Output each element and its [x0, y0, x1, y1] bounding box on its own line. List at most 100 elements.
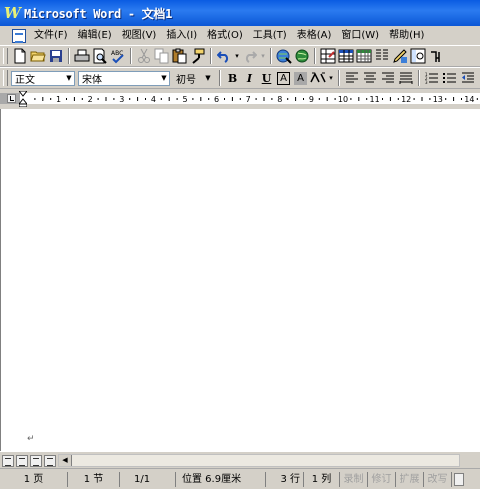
menu-format[interactable]: 格式(O) — [203, 27, 249, 44]
print-icon[interactable] — [73, 47, 91, 65]
character-border-button[interactable]: A — [277, 71, 290, 85]
web-toolbar-icon[interactable] — [293, 47, 311, 65]
ruler-number: 2 — [88, 95, 93, 104]
character-shading-button[interactable]: A — [294, 71, 307, 85]
insert-table-icon[interactable] — [337, 47, 355, 65]
menu-edit[interactable]: 编辑(E) — [74, 27, 118, 44]
status-page: 1 页 — [0, 471, 68, 487]
menu-window[interactable]: 窗口(W) — [337, 27, 385, 44]
align-right-icon[interactable] — [379, 69, 397, 87]
document-map-icon[interactable] — [409, 47, 427, 65]
copy-icon[interactable] — [153, 47, 171, 65]
show-hide-marks-icon[interactable] — [427, 47, 445, 65]
ruler-number: 12 — [401, 95, 411, 104]
undo-icon[interactable] — [215, 47, 233, 65]
print-preview-icon[interactable] — [91, 47, 109, 65]
bold-button[interactable]: B — [224, 70, 241, 87]
indent-marker-icon[interactable] — [17, 90, 29, 108]
format-painter-icon[interactable] — [189, 47, 207, 65]
word-logo-icon[interactable]: W — [4, 5, 21, 21]
outline-view-button[interactable] — [44, 454, 56, 467]
print-layout-view-button[interactable] — [30, 454, 42, 467]
status-extend[interactable]: 扩展 — [396, 471, 424, 487]
italic-button[interactable]: I — [241, 70, 258, 87]
menu-help[interactable]: 帮助(H) — [385, 27, 430, 44]
font-select[interactable]: 宋体 ▼ — [78, 70, 170, 86]
toolbar-separator — [270, 48, 272, 64]
language-indicator-icon[interactable] — [454, 472, 464, 486]
cut-icon[interactable] — [135, 47, 153, 65]
underline-button[interactable]: U — [258, 70, 275, 87]
align-center-icon[interactable] — [361, 69, 379, 87]
save-icon[interactable] — [47, 47, 65, 65]
menu-view[interactable]: 视图(V) — [118, 27, 163, 44]
horizontal-ruler[interactable]: 1 2 3 4 5 6 7 8 9 10 11 12 13 14 — [0, 89, 480, 109]
ruler-number: 4 — [151, 95, 156, 104]
document-page[interactable]: ↵ — [0, 109, 480, 451]
chevron-down-icon[interactable]: ▼ — [159, 74, 169, 82]
status-section: 1 节 — [68, 471, 120, 487]
character-scaling-icon[interactable] — [309, 69, 327, 87]
decrease-indent-icon[interactable] — [459, 69, 477, 87]
status-track-changes[interactable]: 修订 — [368, 471, 396, 487]
tab-stop-selector-icon[interactable] — [7, 94, 16, 103]
insert-hyperlink-icon[interactable] — [275, 47, 293, 65]
redo-icon[interactable] — [241, 47, 259, 65]
menu-file[interactable]: 文件(F) — [30, 27, 74, 44]
new-document-icon[interactable] — [11, 47, 29, 65]
spelling-check-icon[interactable]: ABC — [109, 47, 127, 65]
normal-view-button[interactable] — [2, 454, 14, 467]
horizontal-scrollbar[interactable]: ◀ — [58, 454, 460, 467]
paragraph-mark: ↵ — [27, 434, 35, 444]
toolbar-separator — [68, 48, 70, 64]
status-position: 位置 6.9厘米 — [176, 471, 266, 487]
view-bar: ◀ — [0, 451, 480, 469]
menu-tools[interactable]: 工具(T) — [249, 27, 293, 44]
menu-table[interactable]: 表格(A) — [293, 27, 338, 44]
document-icon[interactable] — [12, 28, 26, 43]
scroll-left-icon[interactable]: ◀ — [59, 455, 72, 466]
menu-insert[interactable]: 插入(I) — [162, 27, 203, 44]
formatting-toolbar: 正文 ▼ 宋体 ▼ 初号 ▼ B I U A A ▾ 123 — [0, 67, 480, 89]
toolbar-grip[interactable] — [3, 48, 8, 64]
font-value: 宋体 — [82, 74, 102, 86]
paste-icon[interactable] — [171, 47, 189, 65]
style-select[interactable]: 正文 ▼ — [11, 70, 75, 86]
undo-dropdown-icon[interactable]: ▾ — [233, 52, 241, 60]
ruler-number: 8 — [277, 95, 282, 104]
ruler-number: 5 — [182, 95, 187, 104]
numbering-icon[interactable]: 123 — [423, 69, 441, 87]
bullets-icon[interactable] — [441, 69, 459, 87]
status-overtype[interactable]: 改写 — [424, 471, 452, 487]
chevron-down-icon[interactable]: ▼ — [203, 74, 213, 82]
toolbar-separator — [418, 70, 420, 86]
toolbar-separator — [130, 48, 132, 64]
insert-excel-icon[interactable] — [355, 47, 373, 65]
status-line: 3 行 — [266, 471, 304, 487]
font-size-select[interactable]: 初号 ▼ — [173, 70, 213, 86]
web-layout-view-button[interactable] — [16, 454, 28, 467]
scaling-dropdown-icon[interactable]: ▾ — [327, 74, 335, 82]
align-left-icon[interactable] — [343, 69, 361, 87]
open-folder-icon[interactable] — [29, 47, 47, 65]
window-title: Microsoft Word - 文档1 — [24, 6, 173, 21]
distributed-align-icon[interactable] — [397, 69, 415, 87]
chevron-down-icon[interactable]: ▼ — [64, 74, 74, 82]
drawing-icon[interactable] — [391, 47, 409, 65]
toolbar-grip[interactable] — [3, 70, 8, 86]
toolbar-separator — [338, 70, 340, 86]
ruler-number: 7 — [246, 95, 251, 104]
ruler-number: 6 — [214, 95, 219, 104]
ruler-number: 14 — [464, 95, 474, 104]
toolbar-separator — [210, 48, 212, 64]
ruler-number: 10 — [338, 95, 348, 104]
font-size-value: 初号 — [176, 74, 196, 86]
status-page-of: 1/1 — [120, 471, 176, 487]
style-value: 正文 — [15, 74, 35, 86]
columns-icon[interactable] — [373, 47, 391, 65]
status-record[interactable]: 录制 — [340, 471, 368, 487]
title-bar[interactable]: W Microsoft Word - 文档1 — [0, 0, 480, 26]
ruler-number: 9 — [309, 95, 314, 104]
tables-borders-icon[interactable] — [319, 47, 337, 65]
redo-dropdown-icon[interactable]: ▾ — [259, 52, 267, 60]
